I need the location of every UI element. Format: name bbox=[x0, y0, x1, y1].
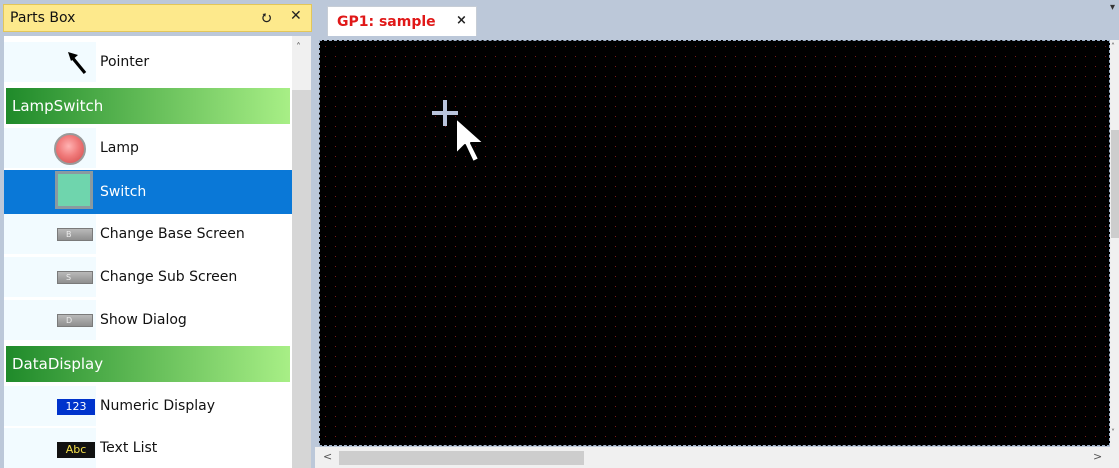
canvas-vertical-scrollbar[interactable]: ˄ ˅ bbox=[1110, 40, 1119, 448]
parts-item-label: Switch bbox=[100, 184, 147, 200]
arrow-cursor-icon bbox=[455, 117, 485, 163]
tab-close-icon[interactable]: × bbox=[456, 13, 467, 28]
tab-gp1-sample[interactable]: GP1: sample × bbox=[327, 6, 477, 36]
scroll-up-icon[interactable]: ˄ bbox=[296, 42, 301, 53]
canvas-horizontal-scrollbar[interactable]: < > bbox=[315, 447, 1119, 468]
close-icon[interactable]: ✕ bbox=[290, 8, 302, 24]
icon-glyph: B bbox=[66, 230, 72, 239]
parts-item-pointer[interactable]: Pointer bbox=[4, 42, 292, 82]
change-sub-screen-icon: S bbox=[57, 271, 93, 284]
change-base-screen-icon: B bbox=[57, 228, 93, 241]
pointer-arrow-icon bbox=[68, 52, 87, 75]
parts-item-label: Change Base Screen bbox=[100, 226, 245, 242]
parts-item-label: Show Dialog bbox=[100, 312, 187, 328]
parts-box-title: Parts Box bbox=[10, 10, 76, 26]
scrollbar-thumb[interactable] bbox=[292, 90, 311, 468]
scroll-up-icon[interactable]: ˄ bbox=[1111, 42, 1115, 51]
tab-title: GP1: sample bbox=[337, 14, 436, 30]
parts-box-titlebar: Parts Box ⭮ ✕ bbox=[3, 4, 312, 32]
parts-item-change-sub-screen[interactable]: S Change Sub Screen bbox=[4, 257, 292, 297]
parts-item-show-dialog[interactable]: D Show Dialog bbox=[4, 300, 292, 340]
parts-item-lamp[interactable]: Lamp bbox=[4, 128, 292, 168]
show-dialog-icon: D bbox=[57, 314, 93, 327]
scroll-down-icon[interactable]: ˅ bbox=[1111, 428, 1115, 437]
document-tab-strip: GP1: sample × ▾ bbox=[315, 0, 1119, 40]
icon-glyph: S bbox=[66, 273, 72, 282]
pin-icon[interactable]: ⭮ bbox=[262, 9, 271, 28]
scroll-right-icon[interactable]: > bbox=[1093, 450, 1102, 463]
scrollbar-thumb[interactable] bbox=[339, 451, 584, 465]
scrollbar-thumb[interactable] bbox=[1111, 130, 1119, 238]
parts-list: Pointer LampSwitch Lamp Switch B Change … bbox=[4, 36, 292, 468]
parts-item-change-base-screen[interactable]: B Change Base Screen bbox=[4, 214, 292, 254]
numeric-display-icon: 123 bbox=[57, 399, 95, 415]
category-datadisplay[interactable]: DataDisplay bbox=[6, 346, 290, 382]
parts-list-scrollbar[interactable]: ˄ bbox=[292, 36, 311, 468]
category-label: DataDisplay bbox=[12, 355, 104, 373]
category-lampswitch[interactable]: LampSwitch bbox=[6, 88, 290, 124]
tab-overflow-icon[interactable]: ▾ bbox=[1110, 2, 1115, 13]
parts-item-numeric-display[interactable]: 123 Numeric Display bbox=[4, 386, 292, 426]
parts-item-label: Pointer bbox=[100, 54, 150, 70]
icon-glyph: D bbox=[66, 316, 73, 325]
switch-icon bbox=[55, 171, 93, 209]
parts-item-label: Lamp bbox=[100, 140, 139, 156]
text-list-icon: Abc bbox=[57, 442, 95, 458]
category-label: LampSwitch bbox=[12, 97, 104, 115]
parts-item-label: Numeric Display bbox=[100, 398, 215, 414]
lamp-icon bbox=[54, 133, 86, 165]
parts-item-label: Change Sub Screen bbox=[100, 269, 238, 285]
scroll-left-icon[interactable]: < bbox=[323, 450, 332, 463]
parts-item-switch[interactable]: Switch bbox=[4, 170, 292, 214]
parts-box-panel: Parts Box ⭮ ✕ Pointer LampSwitch Lamp Sw… bbox=[0, 0, 315, 468]
parts-item-text-list[interactable]: Abc Text List bbox=[4, 428, 292, 468]
parts-item-label: Text List bbox=[100, 440, 158, 456]
